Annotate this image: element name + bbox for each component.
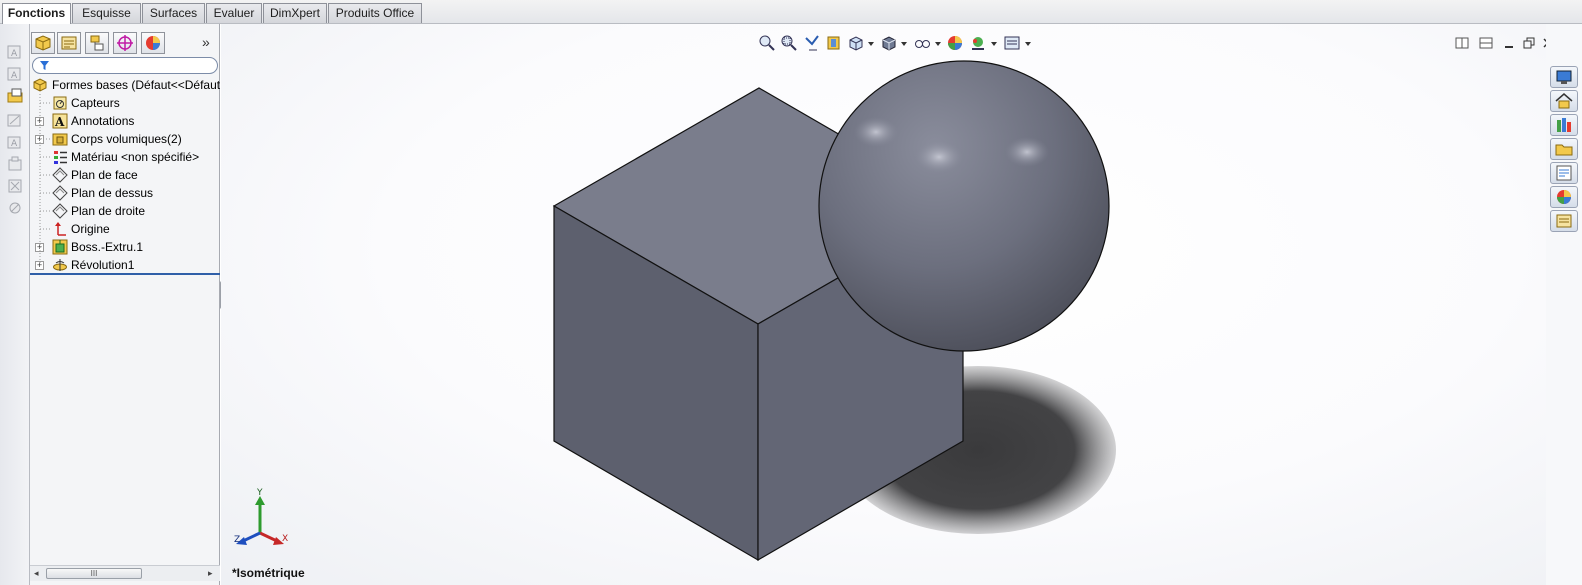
note-tool-icon[interactable]: A (7, 134, 23, 150)
smart-dimension-icon[interactable]: A (7, 44, 23, 60)
tree-item-label: Origine (71, 222, 110, 236)
dimxpert-manager-tab[interactable] (113, 32, 137, 54)
view-orientation-label: *Isométrique (232, 566, 305, 580)
collapse-panel-button[interactable]: » (202, 34, 210, 50)
task-pane-library-tab[interactable] (1550, 114, 1578, 136)
annotation-tool-icon[interactable]: A (7, 66, 23, 82)
block-tool-icon[interactable] (7, 156, 23, 172)
command-manager-tabs: Fonctions Esquisse Surfaces Evaluer DimX… (0, 0, 1582, 24)
tree-item-label: Plan de face (71, 168, 138, 182)
property-manager-icon (61, 36, 77, 50)
feature-manager-tabs: » (30, 32, 220, 56)
task-pane-explorer-tab[interactable] (1550, 138, 1578, 160)
tab-surfaces[interactable]: Surfaces (142, 3, 205, 23)
svg-text:A: A (11, 49, 18, 59)
tree-item-label: Boss.-Extru.1 (71, 240, 144, 254)
triad-y-label: Y (256, 488, 263, 498)
view-palette-icon (1556, 165, 1572, 181)
weld-tool-icon[interactable] (7, 200, 23, 216)
file-explorer-icon (1555, 144, 1573, 156)
scroll-left-arrow-icon[interactable]: ◂ (34, 568, 39, 579)
configuration-manager-icon (90, 35, 104, 51)
model-render[interactable]: Y X Z (221, 24, 1546, 585)
svg-text:A: A (11, 71, 18, 81)
tree-item-label: Corps volumiques(2) (71, 132, 182, 146)
task-pane-appearance-tab[interactable] (1550, 186, 1578, 208)
graphics-area[interactable]: Y X Z (221, 24, 1553, 585)
triad-z-label: Z (234, 535, 240, 545)
design-library-icon (1557, 118, 1571, 132)
home-icon (1555, 93, 1573, 109)
appearances-icon (1557, 190, 1571, 204)
reference-triad: Y X Z (234, 488, 288, 545)
task-pane-view-palette-tab[interactable] (1550, 162, 1578, 184)
triad-x-label: X (282, 534, 288, 544)
tab-dimxpert[interactable]: DimXpert (263, 3, 327, 23)
tab-produits-office[interactable]: Produits Office (328, 3, 422, 23)
resources-icon (1556, 70, 1572, 84)
rollback-bar[interactable] (30, 273, 220, 275)
datum-tool-icon[interactable] (7, 178, 23, 194)
sphere-body[interactable] (818, 60, 1110, 352)
feature-tree-icon (35, 35, 51, 51)
task-pane (1546, 24, 1582, 585)
tree-item-label: Annotations (71, 114, 135, 128)
custom-properties-icon (1556, 214, 1572, 228)
task-pane-custom-properties-tab[interactable] (1550, 210, 1578, 232)
tree-item-label: Capteurs (71, 96, 120, 110)
task-pane-resources-tab[interactable] (1550, 66, 1578, 88)
sphere-highlight (854, 117, 898, 147)
tree-root-label: Formes bases (Défaut<<Défaut (52, 78, 221, 92)
tree-item-label: Révolution1 (71, 258, 135, 272)
feature-manager-panel: » Formes bases (Défaut<<Défaut Capteurs … (30, 24, 220, 585)
feature-tree-tab[interactable] (31, 32, 55, 54)
tree-item-label: Plan de dessus (71, 186, 154, 200)
tree-item-label: Plan de droite (71, 204, 146, 218)
scroll-right-arrow-icon[interactable]: ▸ (208, 568, 213, 579)
property-manager-tab[interactable] (57, 32, 81, 54)
tree-item-label: Matériau <non spécifié> (71, 150, 200, 164)
feature-filter-input[interactable] (32, 57, 218, 74)
sphere-highlight (915, 141, 963, 173)
tab-evaluer[interactable]: Evaluer (206, 3, 262, 23)
dimxpert-manager-icon (117, 35, 133, 51)
tree-connector-lines (39, 94, 50, 265)
tab-esquisse[interactable]: Esquisse (72, 3, 141, 23)
scroll-thumb[interactable]: III (46, 568, 142, 579)
left-toolbar-strip: A A A (0, 24, 30, 585)
sphere-highlight (1005, 137, 1049, 167)
filter-icon (40, 61, 49, 70)
task-pane-home-tab[interactable] (1550, 90, 1578, 112)
sketch-tool-icon[interactable] (7, 112, 23, 128)
display-manager-icon (146, 36, 160, 50)
tab-fonctions[interactable]: Fonctions (2, 3, 71, 24)
svg-text:A: A (11, 139, 18, 149)
folder-tool-icon[interactable] (7, 88, 23, 104)
horizontal-scrollbar[interactable]: ◂ III ▸ (30, 565, 220, 581)
display-manager-tab[interactable] (141, 32, 165, 54)
configuration-manager-tab[interactable] (85, 32, 109, 54)
